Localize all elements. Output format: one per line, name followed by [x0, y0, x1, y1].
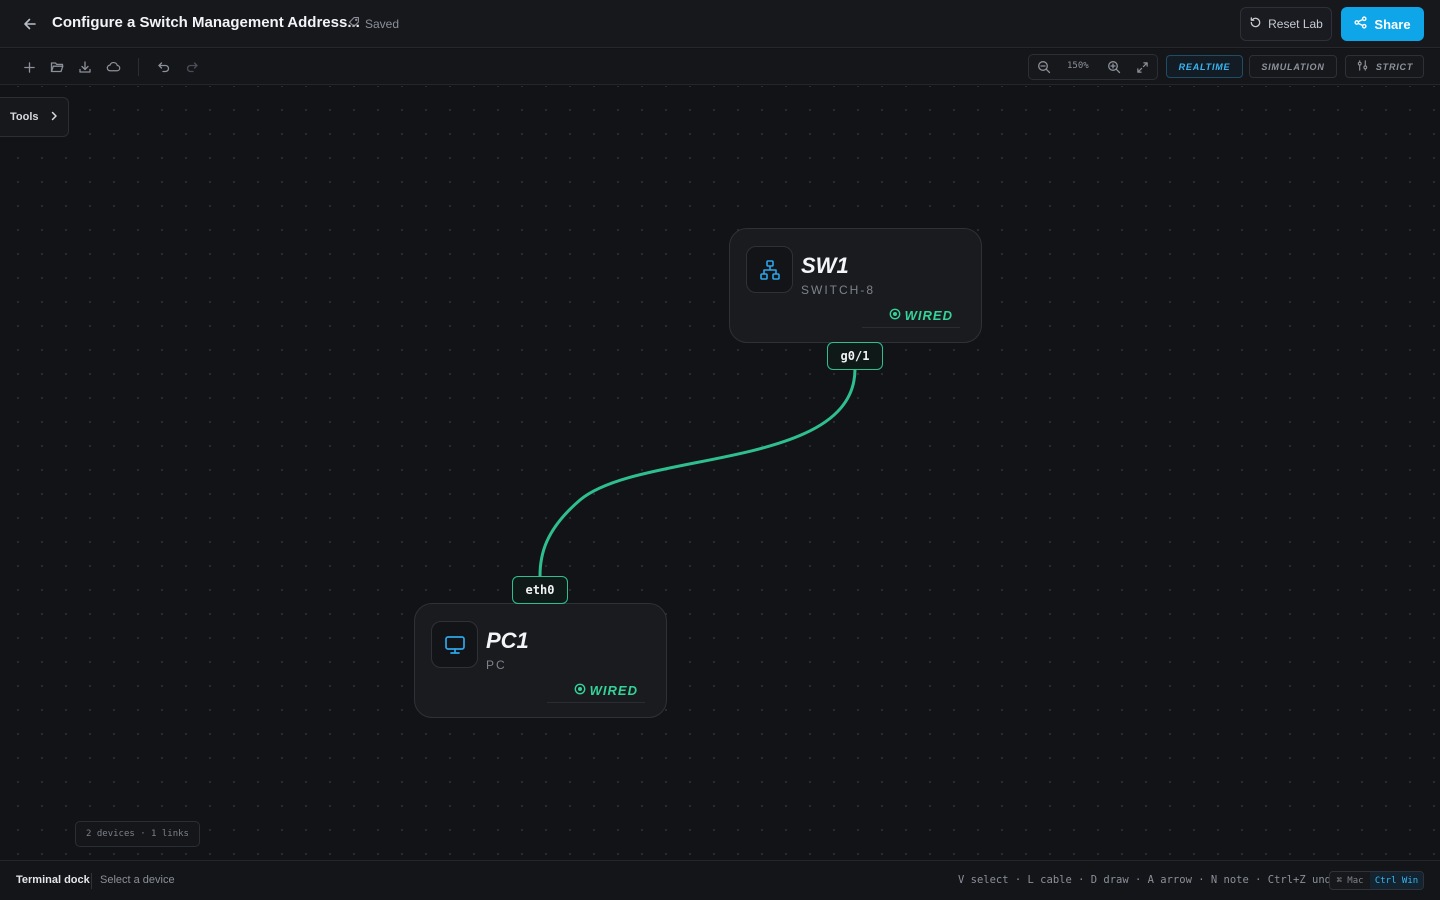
status-badge: WIRED: [889, 308, 953, 323]
status-label: WIRED: [904, 308, 953, 323]
device-type: SWITCH-8: [801, 283, 875, 297]
download-icon[interactable]: [76, 58, 94, 76]
network-switch-icon: [746, 246, 793, 293]
share-icon: [1354, 16, 1368, 32]
cloud-icon[interactable]: [104, 58, 122, 76]
redo-icon[interactable]: [183, 58, 201, 76]
lab-title[interactable]: Configure a Switch Management Address...: [52, 14, 360, 31]
saved-label: Saved: [365, 16, 400, 31]
zoom-controls: 150%: [1028, 54, 1158, 80]
tools-label: Tools: [10, 111, 39, 123]
tag-icon: [348, 16, 360, 31]
terminal-dock-bar: Terminal dock Select a device V select ·…: [0, 860, 1440, 900]
back-arrow-icon[interactable]: [20, 14, 40, 34]
device-name: PC1: [486, 628, 529, 653]
header-bar: Configure a Switch Management Address...…: [0, 0, 1440, 48]
reset-icon: [1249, 16, 1262, 32]
os-win-option[interactable]: Ctrl Win: [1370, 872, 1423, 889]
status-dot-icon: [889, 308, 901, 323]
status-divider: [862, 327, 960, 328]
dock-status: Select a device: [100, 874, 175, 886]
simulation-mode-button[interactable]: SIMULATION: [1249, 55, 1337, 78]
undo-icon[interactable]: [155, 58, 173, 76]
port-label-g0-1[interactable]: g0/1: [827, 342, 883, 370]
strict-mode-button[interactable]: STRICT: [1345, 55, 1424, 78]
topology-stats: 2 devices · 1 links: [75, 821, 200, 847]
new-icon[interactable]: [20, 58, 38, 76]
sliders-icon: [1356, 59, 1369, 74]
reset-lab-label: Reset Lab: [1268, 17, 1323, 31]
monitor-icon: [431, 621, 478, 668]
device-card-pc1[interactable]: PC1 PC WIRED: [414, 603, 667, 718]
share-button[interactable]: Share: [1341, 7, 1424, 41]
os-shortcut-toggle: ⌘ Mac Ctrl Win: [1329, 871, 1424, 890]
strict-mode-label: STRICT: [1375, 61, 1414, 72]
zoom-in-icon[interactable]: [1105, 58, 1123, 76]
dock-title[interactable]: Terminal dock: [16, 874, 90, 886]
topology-canvas[interactable]: [0, 86, 1440, 860]
status-dot-icon: [574, 683, 586, 698]
status-divider: [547, 702, 645, 703]
app-root: Configure a Switch Management Address...…: [0, 0, 1440, 900]
reset-lab-button[interactable]: Reset Lab: [1240, 7, 1332, 41]
realtime-mode-button[interactable]: REALTIME: [1166, 55, 1243, 78]
status-badge: WIRED: [574, 683, 638, 698]
device-name: SW1: [801, 253, 849, 278]
os-mac-option[interactable]: ⌘ Mac: [1330, 872, 1370, 889]
zoom-level[interactable]: 150%: [1067, 61, 1089, 71]
device-type: PC: [486, 658, 507, 672]
tools-panel-toggle[interactable]: Tools: [0, 97, 69, 137]
chevron-right-icon: [49, 111, 59, 124]
status-label: WIRED: [589, 683, 638, 698]
port-label-eth0[interactable]: eth0: [512, 576, 568, 604]
saved-indicator: Saved: [348, 16, 399, 31]
toolbar-divider: [138, 58, 139, 76]
keyboard-shortcuts-hint: V select · L cable · D draw · A arrow · …: [958, 874, 1338, 886]
device-card-sw1[interactable]: SW1 SWITCH-8 WIRED: [729, 228, 982, 343]
share-label: Share: [1374, 16, 1411, 32]
fit-screen-icon[interactable]: [1133, 58, 1151, 76]
zoom-out-icon[interactable]: [1035, 58, 1053, 76]
dock-divider: [91, 873, 92, 889]
open-folder-icon[interactable]: [48, 58, 66, 76]
